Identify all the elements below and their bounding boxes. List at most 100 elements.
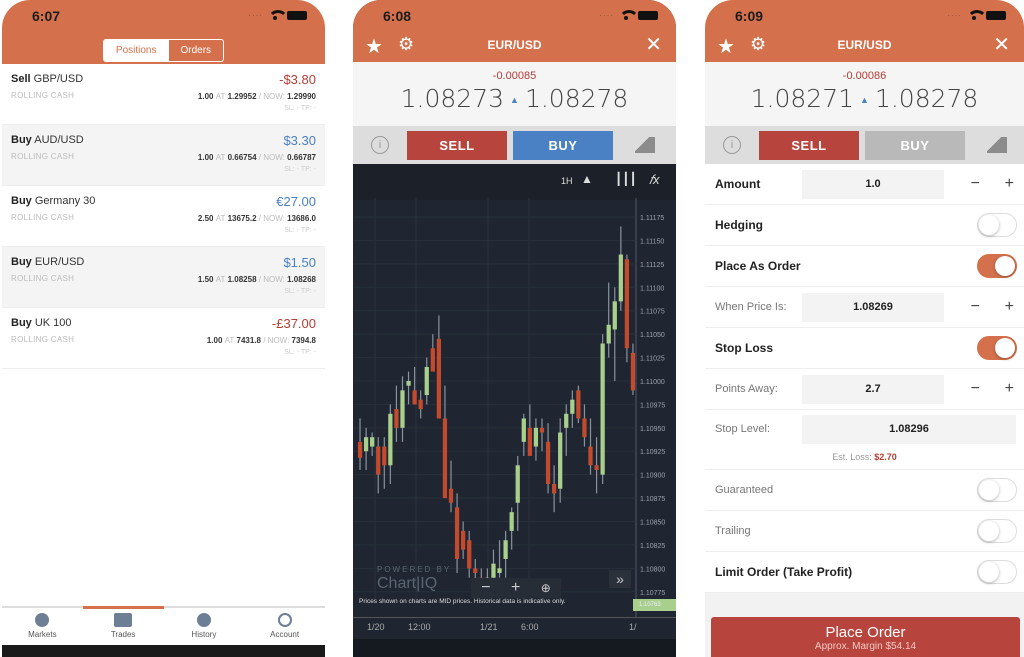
when-price-increment-button[interactable]: + <box>1005 298 1014 316</box>
active-tab-indicator <box>83 606 164 609</box>
y-tick: 1.10950 <box>640 426 665 433</box>
wifi-icon <box>268 10 288 20</box>
x-tick: 1/ <box>629 622 637 632</box>
bottom-bar <box>353 639 676 657</box>
guaranteed-toggle[interactable] <box>977 478 1017 502</box>
points-away-input[interactable]: 2.7 <box>802 374 944 404</box>
position-row[interactable]: Buy AUD/USD ROLLING CASH $3.30 1.00 AT 0… <box>2 125 325 186</box>
trailing-row: Trailing <box>705 511 1024 552</box>
sell-button[interactable]: SELL <box>407 130 507 160</box>
candlestick-icon[interactable]: ┃┃┃ <box>615 172 637 186</box>
globe-icon <box>35 613 50 627</box>
candle-body <box>461 530 466 550</box>
candle-body <box>509 512 514 531</box>
info-icon[interactable]: i <box>371 136 389 154</box>
stop-level-input[interactable]: 1.08296 <box>802 414 1016 444</box>
positions-screen: 6:07 ···· Positions Orders Sell GBP/USD … <box>2 0 325 657</box>
y-tick: 1.10975 <box>640 402 665 409</box>
candle-body <box>606 324 611 344</box>
position-details: 1.00 AT 7431.8 / NOW: 7394.8 <box>206 336 316 345</box>
amount-decrement-button[interactable]: − <box>971 175 980 193</box>
y-tick: 1.11025 <box>640 356 665 363</box>
tab-markets[interactable]: Markets <box>2 608 83 644</box>
chart-toggle-icon[interactable] <box>635 137 655 153</box>
y-tick: 1.10825 <box>640 543 665 550</box>
position-row[interactable]: Sell GBP/USD ROLLING CASH -$3.80 1.00 AT… <box>2 64 325 125</box>
tab-history[interactable]: History <box>164 608 245 644</box>
status-time: 6:09 <box>735 8 764 24</box>
position-title: Buy UK 100 <box>11 317 72 329</box>
place-as-order-toggle[interactable] <box>977 254 1017 278</box>
zoom-in-button[interactable]: + <box>511 579 520 597</box>
candle-body <box>497 568 502 574</box>
battery-icon <box>986 10 1006 20</box>
y-tick: 1.11050 <box>640 332 665 339</box>
close-icon[interactable]: ✕ <box>993 32 1010 57</box>
zoom-out-button[interactable]: − <box>481 579 490 597</box>
position-pnl: $1.50 <box>283 255 316 270</box>
bid-price: 1.08271 <box>750 84 855 113</box>
when-price-input[interactable]: 1.08269 <box>802 292 944 322</box>
candle-body <box>424 366 429 396</box>
points-away-increment-button[interactable]: + <box>1005 380 1014 398</box>
y-tick: 1.10850 <box>640 520 665 527</box>
buy-button[interactable]: BUY <box>513 130 613 160</box>
interval-selector[interactable]: 1H <box>561 176 573 186</box>
candle-body <box>418 399 423 410</box>
limit-order-toggle[interactable] <box>977 560 1017 584</box>
position-title: Buy AUD/USD <box>11 134 84 146</box>
wifi-icon <box>967 10 987 20</box>
candle-body <box>357 441 363 458</box>
chartiq-logo: Chart|IQ <box>377 575 438 592</box>
guaranteed-row: Guaranteed <box>705 470 1024 511</box>
tab-positions[interactable]: Positions <box>103 40 169 61</box>
position-row[interactable]: Buy EUR/USD ROLLING CASH $1.50 1.50 AT 1… <box>2 247 325 308</box>
tab-trades[interactable]: Trades <box>83 608 164 644</box>
place-as-order-row: Place As Order <box>705 246 1024 287</box>
place-order-button[interactable]: Place Order Approx. Margin $54.14 <box>711 617 1020 657</box>
zoom-reset-icon[interactable]: ⊕ <box>541 581 551 595</box>
stop-loss-row: Stop Loss <box>705 328 1024 369</box>
ask-price: 1.08278 <box>874 84 979 113</box>
status-time: 6:08 <box>383 8 412 24</box>
account-summary-strip <box>2 645 325 657</box>
candle-body <box>558 432 563 489</box>
mountain-chart-icon[interactable]: ▲ <box>581 172 593 186</box>
sell-button[interactable]: SELL <box>759 130 859 160</box>
position-sl-tp: SL: - TP: - <box>284 227 316 234</box>
candle-body <box>376 446 381 475</box>
tab-account[interactable]: Account <box>244 608 325 644</box>
position-row[interactable]: Buy Germany 30 ROLLING CASH €27.00 2.50 … <box>2 186 325 247</box>
quote-panel: -0.00086 1.08271 ▲ 1.08278 <box>705 62 1024 126</box>
y-tick: 1.10775 <box>640 590 665 597</box>
tab-label: Account <box>270 630 300 639</box>
hedging-toggle[interactable] <box>977 213 1017 237</box>
candle-body <box>576 390 581 419</box>
spread-arrow-icon: ▲ <box>860 95 869 106</box>
instrument-title: EUR/USD <box>487 38 542 52</box>
chart-screen: 6:08 ···· ★ ⚙ EUR/USD ✕ -0.00085 1.08273… <box>353 0 676 657</box>
candle-body <box>612 301 617 330</box>
candle-body <box>412 390 417 405</box>
close-icon[interactable]: ✕ <box>645 32 662 57</box>
y-tick: 1.11175 <box>640 215 664 222</box>
candlestick-chart[interactable]: 1.11175 1.11150 1.11125 1.11100 1.11075 1.110… <box>353 198 676 618</box>
chart-toggle-icon[interactable] <box>987 137 1007 153</box>
position-row[interactable]: Buy UK 100 ROLLING CASH -£37.00 1.00 AT … <box>2 308 325 369</box>
hedging-label: Hedging <box>715 218 763 232</box>
position-pnl: €27.00 <box>276 194 316 209</box>
amount-increment-button[interactable]: + <box>1005 175 1014 193</box>
stop-loss-label: Stop Loss <box>715 341 774 355</box>
trailing-toggle[interactable] <box>977 519 1017 543</box>
amount-input[interactable]: 1.0 <box>802 169 944 199</box>
position-details: 1.00 AT 1.29952 / NOW: 1.29990 <box>197 92 316 101</box>
scroll-to-latest-button[interactable]: » <box>609 570 631 588</box>
buy-button[interactable]: BUY <box>865 130 965 160</box>
studies-fx-icon[interactable]: 𝑓x <box>649 172 660 188</box>
points-away-decrement-button[interactable]: − <box>971 380 980 398</box>
info-icon[interactable]: i <box>723 136 741 154</box>
stop-loss-toggle[interactable] <box>977 336 1017 360</box>
tab-orders[interactable]: Orders <box>169 40 224 61</box>
est-loss-label: Est. Loss: <box>832 452 872 462</box>
when-price-decrement-button[interactable]: − <box>971 298 980 316</box>
